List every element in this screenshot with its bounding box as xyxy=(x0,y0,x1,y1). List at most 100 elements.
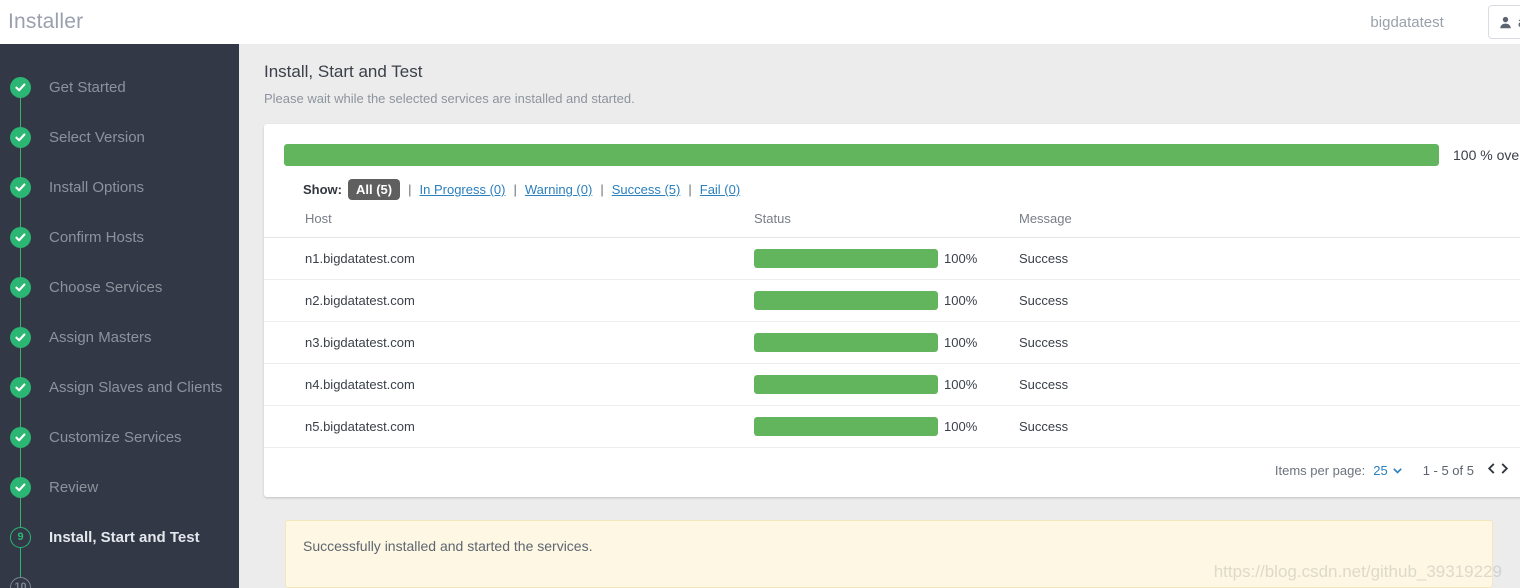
table-row: n1.bigdatatest.com 100% Success xyxy=(264,237,1520,280)
cell-message: Success xyxy=(1019,237,1520,280)
top-bar: Installer bigdatatest adm xyxy=(0,0,1520,44)
cell-message: Success xyxy=(1019,363,1520,406)
sidebar-step-10[interactable]: 10 xyxy=(0,562,239,588)
sidebar-step-label: Customize Services xyxy=(49,428,182,446)
row-progress-bar xyxy=(754,291,938,310)
cell-message: Success xyxy=(1019,405,1520,448)
row-progress-bar xyxy=(754,417,938,436)
filter-separator: | xyxy=(513,182,517,197)
sidebar-step-label: Install Options xyxy=(49,178,145,196)
table-row: n2.bigdatatest.com 100% Success xyxy=(264,279,1520,322)
check-icon xyxy=(10,326,31,348)
filter-warning-0[interactable]: Warning (0) xyxy=(525,182,592,197)
cell-status: 100% xyxy=(754,237,1019,280)
user-menu-button[interactable]: adm xyxy=(1487,5,1520,39)
page-header: Install, Start and Test Please wait whil… xyxy=(239,44,1520,106)
cluster-name: bigdatatest xyxy=(1370,13,1444,31)
sidebar-step-label: Install, Start and Test xyxy=(49,528,200,546)
row-progress-label: 100% xyxy=(944,419,978,434)
host-status-table: Host Status Message n1.bigdatatest.com 10… xyxy=(264,211,1520,448)
row-progress-fill xyxy=(754,375,938,394)
table-row: n4.bigdatatest.com 100% Success xyxy=(264,363,1520,406)
user-icon xyxy=(1499,16,1512,29)
check-icon xyxy=(10,226,31,248)
row-progress-fill xyxy=(754,249,938,268)
sidebar-step-label: Assign Masters xyxy=(49,328,152,346)
show-label: Show: xyxy=(303,182,342,197)
chevron-right-icon[interactable] xyxy=(1499,462,1510,478)
overall-progress-label: 100 % over xyxy=(1453,147,1520,163)
check-icon xyxy=(10,276,31,298)
filter-all-5[interactable]: All (5) xyxy=(348,179,401,200)
row-progress-bar xyxy=(754,375,938,394)
chevron-down-icon[interactable] xyxy=(1392,465,1403,476)
sidebar-step-assign-masters[interactable]: Assign Masters xyxy=(0,312,239,387)
cell-host: n1.bigdatatest.com xyxy=(264,237,754,280)
pagination-controls: Items per page: 25 1 - 5 of 5 xyxy=(264,448,1520,478)
sidebar-step-label: Confirm Hosts xyxy=(49,228,145,246)
filter-success-5[interactable]: Success (5) xyxy=(612,182,681,197)
sidebar-step-confirm-hosts[interactable]: Confirm Hosts xyxy=(0,212,239,287)
page-subtitle: Please wait while the selected services … xyxy=(264,91,635,106)
row-progress-label: 100% xyxy=(944,335,978,350)
sidebar-step-install-options[interactable]: Install Options xyxy=(0,162,239,237)
wizard-step-list: Get Started Select Version Install Options… xyxy=(0,44,239,588)
cell-host: n4.bigdatatest.com xyxy=(264,363,754,406)
sidebar-step-choose-services[interactable]: Choose Services xyxy=(0,262,239,337)
filter-separator: | xyxy=(600,182,604,197)
sidebar-step-label: Review xyxy=(49,478,99,496)
sidebar-step-label: Choose Services xyxy=(49,278,163,296)
check-icon xyxy=(10,126,31,148)
success-alert-text: Successfully installed and started the s… xyxy=(303,538,593,554)
table-row: n5.bigdatatest.com 100% Success xyxy=(264,405,1520,448)
cell-host: n5.bigdatatest.com xyxy=(264,405,754,448)
filter-fail-0[interactable]: Fail (0) xyxy=(700,182,740,197)
sidebar-step-label: Assign Slaves and Clients xyxy=(49,378,223,396)
install-panel: 100 % over Show: All (5) | In Progress (0)… xyxy=(264,124,1520,497)
main-content: Install, Start and Test Please wait whil… xyxy=(239,44,1520,588)
cell-host: n3.bigdatatest.com xyxy=(264,321,754,364)
row-progress-bar xyxy=(754,333,938,352)
top-bar-right: bigdatatest adm xyxy=(1370,5,1520,39)
row-progress-fill xyxy=(754,291,938,310)
app-title: Installer xyxy=(8,10,84,33)
cell-status: 100% xyxy=(754,321,1019,364)
cell-status: 100% xyxy=(754,405,1019,448)
row-progress-label: 100% xyxy=(944,377,978,392)
success-alert: Successfully installed and started the s… xyxy=(285,520,1493,588)
step-number-badge: 9 xyxy=(10,526,31,548)
sidebar-step-get-started[interactable]: Get Started xyxy=(0,62,239,137)
check-icon xyxy=(10,476,31,498)
sidebar-step-assign-slaves-and-clients[interactable]: Assign Slaves and Clients xyxy=(0,362,239,437)
status-filter-bar: Show: All (5) | In Progress (0) | Warning (0… xyxy=(264,166,1520,200)
sidebar-step-label: Get Started xyxy=(49,78,126,96)
filter-in-progress-0[interactable]: In Progress (0) xyxy=(420,182,506,197)
column-header-message: Message xyxy=(1019,211,1520,238)
status-filter-items: All (5) | In Progress (0) | Warning (0) | Succ… xyxy=(348,179,740,200)
row-progress-label: 100% xyxy=(944,251,978,266)
row-progress-bar xyxy=(754,249,938,268)
overall-progress-row: 100 % over xyxy=(264,124,1520,166)
wizard-sidebar: Get Started Select Version Install Options… xyxy=(0,44,239,588)
chevron-left-icon[interactable] xyxy=(1486,462,1497,478)
table-header-row: Host Status Message xyxy=(264,211,1520,238)
row-progress-label: 100% xyxy=(944,293,978,308)
cell-message: Success xyxy=(1019,279,1520,322)
table-body: n1.bigdatatest.com 100% Success n2.bigdatat… xyxy=(264,237,1520,448)
column-header-status: Status xyxy=(754,211,1019,238)
sidebar-step-select-version[interactable]: Select Version xyxy=(0,112,239,187)
table-row: n3.bigdatatest.com 100% Success xyxy=(264,321,1520,364)
cell-host: n2.bigdatatest.com xyxy=(264,279,754,322)
sidebar-step-review[interactable]: Review xyxy=(0,462,239,537)
page-title: Install, Start and Test xyxy=(264,62,423,81)
row-progress-fill xyxy=(754,417,938,436)
check-icon xyxy=(10,176,31,198)
sidebar-step-customize-services[interactable]: Customize Services xyxy=(0,412,239,487)
sidebar-step-install-start-and-test[interactable]: 9 Install, Start and Test xyxy=(0,512,239,587)
row-progress-fill xyxy=(754,333,938,352)
step-number-badge: 10 xyxy=(10,576,31,588)
overall-progress-bar xyxy=(284,144,1439,166)
check-icon xyxy=(10,76,31,98)
cell-status: 100% xyxy=(754,363,1019,406)
items-per-page-value[interactable]: 25 xyxy=(1373,463,1387,478)
